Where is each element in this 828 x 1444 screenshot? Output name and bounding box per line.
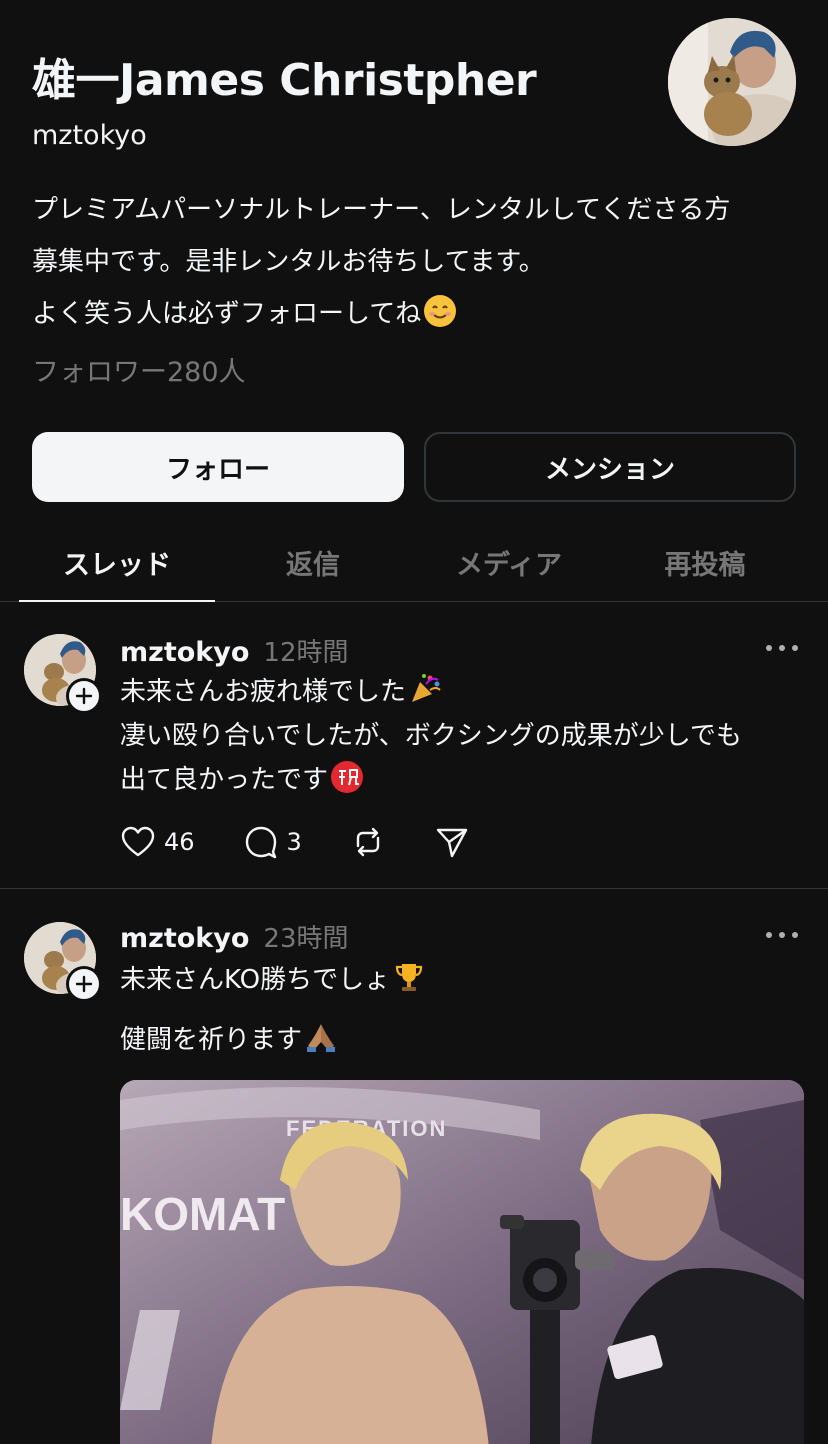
comment-icon: [245, 826, 276, 859]
party-popper-emoji-icon: [408, 672, 442, 706]
profile-handle: mztokyo: [32, 120, 147, 151]
post-username[interactable]: mztokyo: [120, 637, 249, 668]
post-line-with-emoji: 未来さんお疲れ様でした: [120, 670, 810, 714]
follow-plus-icon[interactable]: [66, 966, 102, 1002]
congratulations-emoji-icon: [330, 760, 364, 794]
share-button[interactable]: [434, 824, 470, 860]
tab-media[interactable]: メディア: [411, 532, 607, 601]
post-line: 凄い殴り合いでしたが、ボクシングの成果が少しでも: [120, 721, 742, 751]
follow-button[interactable]: フォロー: [32, 432, 404, 502]
post-line-with-emoji: 出て良かったです: [120, 758, 810, 802]
reply-button[interactable]: 3: [243, 824, 302, 860]
bio-line-text: よく笑う人は必ずフォローしてね: [32, 299, 422, 329]
post-line-with-emoji: 健闘を祈ります: [120, 1018, 810, 1062]
bio-line: 募集中です。是非レンタルお待ちしてます。: [32, 247, 545, 277]
smiling-face-emoji-icon: [423, 294, 457, 328]
profile-name: 雄一James Christpher: [32, 55, 537, 106]
folded-hands-emoji-icon: [304, 1020, 338, 1054]
bio-line-with-emoji: よく笑う人は必ずフォローしてね: [32, 288, 802, 340]
profile-avatar[interactable]: [668, 18, 796, 146]
post-timestamp: 12時間: [263, 638, 349, 668]
post-username[interactable]: mztokyo: [120, 923, 249, 954]
profile-tabs: スレッド 返信 メディア 再投稿: [0, 532, 828, 602]
tab-replies[interactable]: 返信: [215, 532, 411, 601]
trophy-emoji-icon: [392, 960, 426, 994]
like-count: 46: [164, 828, 195, 856]
follow-plus-icon[interactable]: [66, 678, 102, 714]
more-options-icon[interactable]: [762, 638, 802, 658]
bio-line: プレミアムパーソナルトレーナー、レンタルしてくださる方: [32, 195, 731, 225]
more-options-icon[interactable]: [762, 925, 802, 945]
post-timestamp: 23時間: [263, 924, 349, 954]
profile-header: 雄一James Christpher mztokyo: [32, 52, 632, 151]
post-line-text: 出て良かったです: [120, 765, 329, 795]
repost-icon: [356, 827, 380, 857]
repost-button[interactable]: [350, 824, 386, 860]
tab-threads[interactable]: スレッド: [19, 532, 215, 602]
post-body: 未来さんKO勝ちでしょ 健闘を祈ります: [120, 958, 810, 1062]
post-line-text: 未来さんKO勝ちでしょ: [120, 965, 391, 995]
reply-count: 3: [286, 828, 302, 856]
post-line-text: 未来さんお疲れ様でした: [120, 677, 407, 707]
post-header: mztokyo 12時間: [120, 632, 349, 669]
followers-count[interactable]: フォロワー280人: [32, 350, 246, 389]
profile-bio: プレミアムパーソナルトレーナー、レンタルしてくださる方 募集中です。是非レンタル…: [32, 184, 802, 340]
post-header: mztokyo 23時間: [120, 918, 349, 955]
send-icon: [436, 828, 468, 858]
post-line-with-emoji: 未来さんKO勝ちでしょ: [120, 958, 810, 1002]
post-image[interactable]: FEDERATION KOMAT: [120, 1080, 804, 1444]
like-button[interactable]: 46: [120, 824, 195, 860]
post-body: 未来さんお疲れ様でした 凄い殴り合いでしたが、ボクシングの成果が少しでも 出て良…: [120, 670, 810, 802]
post-divider: [0, 888, 828, 889]
image-side-text: KOMAT: [120, 1188, 285, 1240]
post-line-text: 健闘を祈ります: [120, 1025, 303, 1055]
heart-icon: [121, 826, 155, 857]
tab-reposts[interactable]: 再投稿: [607, 532, 803, 601]
mention-button[interactable]: メンション: [424, 432, 796, 502]
post-actions: 46 3: [120, 824, 518, 860]
